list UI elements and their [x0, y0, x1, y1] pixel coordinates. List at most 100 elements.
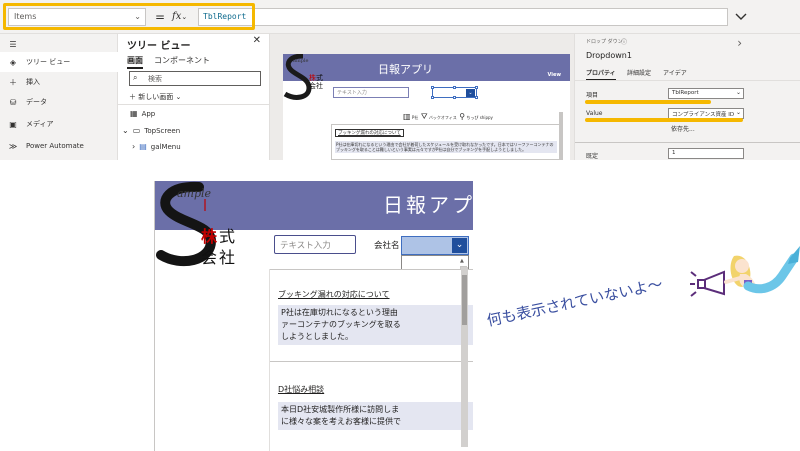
new-screen-button[interactable]: ＋ 新しい画面 ⌄: [129, 92, 181, 102]
mermaid-megaphone-illustration: [690, 246, 800, 297]
tab-ideas[interactable]: アイデア: [663, 68, 687, 77]
resize-handle[interactable]: [475, 96, 478, 99]
database-icon: ⛁: [9, 97, 17, 107]
tree-node-label: TopScreen: [144, 126, 181, 135]
tree-view-panel: ツリー ビュー ✕ 画面 コンポーネント 検索 ⌕ ＋ 新しい画面 ⌄ ▦ Ap…: [118, 34, 270, 160]
building-icon: ▥: [403, 112, 411, 121]
tab-components[interactable]: コンポーネント: [154, 55, 210, 66]
dependencies-link[interactable]: 依存先...: [671, 124, 695, 133]
tree-node-label: galMenu: [150, 142, 181, 151]
plus-icon: ＋: [129, 93, 139, 101]
tab-advanced[interactable]: 詳細設定: [627, 68, 651, 77]
logo-ample: ample: [177, 187, 212, 200]
dropdown1-selected[interactable]: ⌄: [431, 86, 478, 99]
logo-kabu: 株: [201, 227, 218, 246]
screen-icon: ▭: [132, 126, 141, 135]
chevron-down-icon: ⌄: [735, 109, 741, 116]
control-name: Dropdown1: [586, 51, 632, 60]
card-title: ブッキング漏れの対応について: [278, 290, 390, 299]
report-gallery: ブッキング漏れの対応について P社は在庫切れになるという理由 ァーコンテナのブッ…: [269, 269, 473, 451]
logo-image: ample 株 式 会 社: [283, 54, 323, 100]
rail-item-data[interactable]: ⛁ データ: [0, 92, 118, 112]
app-title: 日報アプリ: [383, 193, 473, 217]
rail-item-insert[interactable]: ＋ 挿入: [0, 72, 118, 92]
resize-handle[interactable]: [431, 86, 434, 89]
formula-bar: Items ⌄ = fx⌄ TblReport: [0, 0, 800, 34]
rail-item-label: ツリー ビュー: [26, 58, 71, 66]
chevron-down-icon: ⌄: [466, 89, 475, 97]
filter-icon: ⛛: [420, 112, 428, 121]
rail-item-label: Power Automate: [26, 142, 84, 150]
layers-icon: ◈: [9, 57, 17, 67]
card-body-line: しようとしました。: [281, 332, 353, 341]
gallery-card[interactable]: ブッキング漏れの対応について P社は在庫切れになるという理由で会社が着荷したスケ…: [331, 124, 561, 160]
logo-shiki: 式: [316, 73, 323, 82]
tree-node-app[interactable]: ▦ App: [130, 109, 155, 118]
items-label: 項目: [586, 92, 599, 99]
chevron-down-icon: ⌄: [173, 93, 182, 101]
chevron-down-icon: ⌄: [122, 126, 129, 135]
search-icon: ⌕: [133, 73, 138, 82]
list-item[interactable]: ブッキング漏れの対応について P社は在庫切れになるという理由 ァーコンテナのブッ…: [278, 289, 473, 359]
resize-handle[interactable]: [453, 96, 456, 99]
company-name-label: 会社名: [374, 241, 400, 251]
tree-search-input[interactable]: 検索: [129, 71, 261, 86]
user-name-label: ちっぴ shippy: [466, 115, 493, 120]
gallery-scrollbar[interactable]: [461, 267, 468, 447]
tree-node-galmenu[interactable]: › ▤ galMenu: [132, 142, 181, 151]
rail-item-power-automate[interactable]: ≫ Power Automate: [0, 136, 118, 156]
rail-item-label: データ: [26, 98, 47, 106]
header-icons-row: ▥ P社 ⛛ バックオフィス ⚲ ちっぴ shippy: [403, 112, 493, 122]
help-icon[interactable]: ⓘ: [621, 37, 627, 46]
view-label: View: [547, 72, 561, 78]
formula-input[interactable]: TblReport: [198, 8, 728, 26]
card-body-line: ァーコンテナのブッキングを取る: [281, 320, 401, 329]
highlight-underline: [585, 118, 743, 122]
tree-node-topscreen[interactable]: ⌄ ▭ TopScreen: [122, 126, 180, 135]
items-select[interactable]: TblReport ⌄: [668, 88, 744, 99]
hamburger-menu[interactable]: ☰: [0, 34, 118, 54]
backoffice-label: バックオフィス: [428, 115, 457, 120]
rail-item-media[interactable]: ▣ メディア: [0, 114, 118, 134]
tab-screens[interactable]: 画面: [127, 55, 143, 69]
power-automate-icon: ≫: [8, 141, 18, 151]
close-icon[interactable]: ✕: [253, 35, 261, 46]
chevron-right-icon[interactable]: ›: [737, 36, 742, 50]
logo-image: ample 株 式 会 社: [156, 181, 235, 267]
logo-kai: 会: [201, 248, 217, 267]
divider: [575, 80, 800, 81]
card-body-line: P社は在庫切れになるという理由: [281, 308, 398, 317]
default-input[interactable]: 1: [668, 148, 744, 159]
value-label: Value: [586, 110, 603, 117]
resize-handle[interactable]: [431, 96, 434, 99]
divider: [118, 104, 269, 105]
hamburger-icon: ☰: [9, 39, 17, 49]
rail-item-label: 挿入: [26, 78, 40, 86]
control-type-label: ドロップ ダウン: [586, 39, 623, 45]
rail-item-tree-view[interactable]: ◈ ツリー ビュー: [0, 52, 118, 72]
resize-handle[interactable]: [475, 86, 478, 89]
zoomed-app-preview: 日報アプリ ample 株 式 会 社 テキスト入力 会社名 ⌄ ▲ ▼ ブッキ…: [154, 181, 473, 451]
card-title: ブッキング漏れの対応について: [335, 129, 404, 137]
text-input[interactable]: テキスト入力: [333, 87, 409, 98]
expand-chevron-icon[interactable]: [734, 9, 748, 23]
annotation-text: 何も表示されていないよ～: [485, 274, 665, 330]
scrollbar[interactable]: [559, 112, 563, 160]
scroll-thumb[interactable]: [462, 275, 467, 325]
card-body-line: 本日D社安城製作所様に訪問しま: [281, 405, 400, 414]
app-icon: ▦: [130, 109, 138, 118]
resize-handle[interactable]: [453, 86, 456, 89]
default-label: 既定: [586, 153, 599, 160]
highlight-frame: [3, 3, 255, 30]
text-input[interactable]: テキスト入力: [274, 235, 356, 254]
tree-view-title: ツリー ビュー: [127, 41, 191, 52]
scroll-up-icon: ▲: [460, 258, 464, 264]
gallery-icon: ▤: [139, 142, 147, 151]
highlight-underline: [585, 100, 711, 104]
canvas-app-screen: 日報アプリ View ample 株 式 会 社 テキスト入力 ⌄ ▥ P社 ⛛…: [283, 54, 570, 160]
divider: [270, 269, 473, 270]
company-dropdown[interactable]: ⌄: [401, 236, 469, 255]
chevron-right-icon: ›: [132, 142, 136, 151]
list-item[interactable]: D社悩み相談 本日D社安城製作所様に訪問しま に様々な案を考えお客様に提供で: [278, 384, 473, 444]
user-icon: ⚲: [459, 112, 466, 121]
